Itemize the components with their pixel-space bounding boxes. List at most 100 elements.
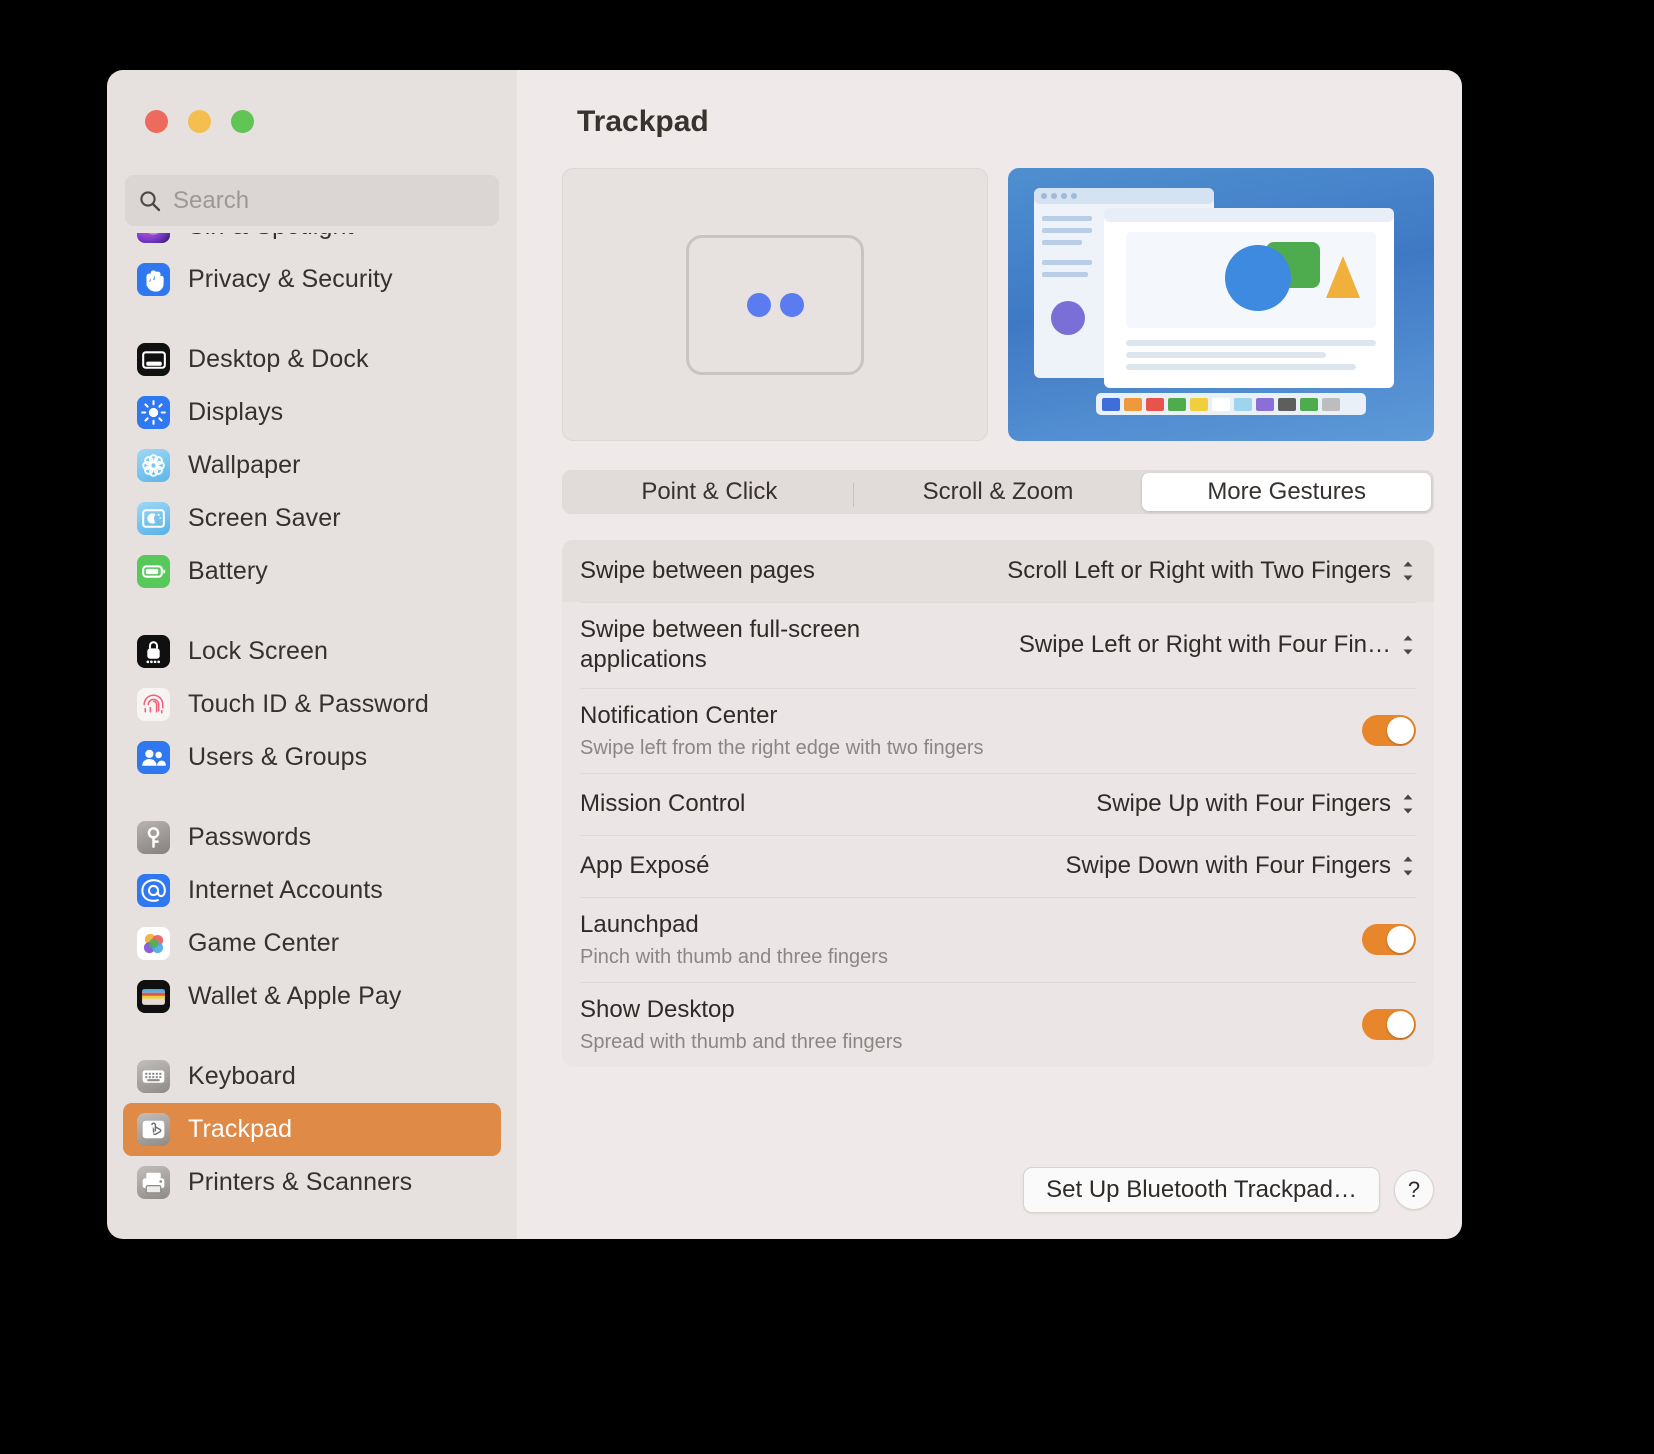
search-input[interactable] [173, 186, 485, 215]
settings-row-text: Notification Center Swipe left from the r… [580, 688, 1362, 773]
settings-row[interactable]: Launchpad Pinch with thumb and three fing… [562, 897, 1434, 982]
settings-row[interactable]: App Exposé Swipe Down with Four Fingers [562, 835, 1434, 897]
sidebar-nav[interactable]: Siri & Spotlight Privacy & Security Deskto… [107, 233, 517, 1239]
chevron-up-down-icon[interactable] [1400, 632, 1416, 658]
trackpad-shape-icon [686, 234, 864, 375]
tab-point-click[interactable]: Point & Click [565, 473, 854, 511]
system-settings-window: Siri & Spotlight Privacy & Security Deskto… [107, 70, 1462, 1239]
settings-row-text: Swipe between full-screen applications [580, 602, 1019, 688]
sidebar-group-separator [107, 1023, 517, 1050]
settings-row-title: Notification Center [580, 702, 778, 729]
sidebar-item-wallet-apple-pay[interactable]: Wallet & Apple Pay [123, 970, 501, 1023]
preview-row [562, 168, 1434, 441]
chevron-up-down-icon[interactable] [1400, 791, 1416, 817]
keyboard-icon [137, 1060, 170, 1093]
settings-row-control[interactable] [1362, 715, 1416, 746]
sidebar-item-battery[interactable]: Battery [123, 545, 501, 598]
sidebar-item-wallpaper[interactable]: Wallpaper [123, 439, 501, 492]
settings-row-control[interactable]: Swipe Left or Right with Four Fin… [1019, 631, 1416, 659]
sidebar-item-privacy-security[interactable]: Privacy & Security [123, 253, 501, 306]
toggle-switch[interactable] [1362, 924, 1416, 955]
sidebar-group-separator [107, 306, 517, 333]
settings-row-text: Swipe between pages [580, 543, 1007, 599]
sidebar-item-label: Displays [188, 398, 284, 426]
toggle-switch[interactable] [1362, 715, 1416, 746]
sidebar-item-label: Touch ID & Password [188, 690, 429, 718]
sidebar-item-displays[interactable]: Displays [123, 386, 501, 439]
popup-button-value[interactable]: Scroll Left or Right with Two Fingers [1007, 557, 1391, 585]
sidebar-item-keyboard[interactable]: Keyboard [123, 1050, 501, 1103]
wallpaper-flower-icon [137, 449, 170, 482]
popup-button-value[interactable]: Swipe Up with Four Fingers [1096, 790, 1391, 818]
screen-saver-moon-icon [137, 502, 170, 535]
wallet-icon [137, 980, 170, 1013]
sidebar-item-label: Wallpaper [188, 451, 301, 479]
minimize-button[interactable] [188, 110, 211, 133]
hand-shield-icon [137, 263, 170, 296]
toggle-knob [1387, 1011, 1414, 1038]
lock-icon [137, 635, 170, 668]
gesture-tab-bar[interactable]: Point & Click Scroll & Zoom More Gestures [562, 470, 1434, 514]
settings-row-control[interactable] [1362, 924, 1416, 955]
popup-button-value[interactable]: Swipe Down with Four Fingers [1066, 852, 1391, 880]
sidebar-item-label: Privacy & Security [188, 265, 393, 293]
settings-row[interactable]: Notification Center Swipe left from the r… [562, 688, 1434, 773]
setup-bluetooth-trackpad-button[interactable]: Set Up Bluetooth Trackpad… [1023, 1167, 1380, 1213]
sidebar-item-passwords[interactable]: Passwords [123, 811, 501, 864]
settings-row-title: Launchpad [580, 911, 699, 938]
game-center-bubbles-icon [137, 927, 170, 960]
popup-button-value[interactable]: Swipe Left or Right with Four Fin… [1019, 631, 1391, 659]
toggle-knob [1387, 926, 1414, 953]
siri-icon [137, 233, 170, 243]
settings-row-subtitle: Spread with thumb and three fingers [580, 1031, 903, 1053]
zoom-button[interactable] [231, 110, 254, 133]
at-sign-icon [137, 874, 170, 907]
tab-scroll-zoom[interactable]: Scroll & Zoom [854, 473, 1143, 511]
sidebar-group-separator [107, 598, 517, 625]
settings-row-control[interactable]: Swipe Up with Four Fingers [1096, 790, 1416, 818]
sidebar-item-game-center[interactable]: Game Center [123, 917, 501, 970]
sidebar-item-label: Users & Groups [188, 743, 368, 771]
search-field[interactable] [125, 175, 499, 226]
sidebar-item-siri-spotlight[interactable]: Siri & Spotlight [123, 233, 501, 253]
chevron-up-down-icon[interactable] [1400, 558, 1416, 584]
sidebar-item-printers-scanners[interactable]: Printers & Scanners [123, 1156, 501, 1209]
sidebar-item-touch-id-password[interactable]: Touch ID & Password [123, 678, 501, 731]
settings-row-text: Mission Control [580, 776, 1096, 832]
gesture-illustration [1008, 168, 1434, 441]
page-title: Trackpad [577, 105, 709, 138]
sidebar-group-separator [107, 784, 517, 811]
sidebar-item-label: Desktop & Dock [188, 345, 369, 373]
sidebar-item-trackpad[interactable]: Trackpad [123, 1103, 501, 1156]
help-button[interactable]: ? [1394, 1170, 1434, 1210]
settings-row-title: Mission Control [580, 790, 746, 817]
trackpad-preview [562, 168, 988, 441]
fingerprint-icon [137, 688, 170, 721]
settings-row-control[interactable] [1362, 1009, 1416, 1040]
close-button[interactable] [145, 110, 168, 133]
settings-row[interactable]: Mission Control Swipe Up with Four Finger… [562, 773, 1434, 835]
sidebar-item-lock-screen[interactable]: Lock Screen [123, 625, 501, 678]
settings-row-control[interactable]: Scroll Left or Right with Two Fingers [1007, 557, 1416, 585]
sidebar-item-label: Siri & Spotlight [188, 233, 354, 241]
sidebar-item-users-groups[interactable]: Users & Groups [123, 731, 501, 784]
settings-row[interactable]: Swipe between full-screen applications Sw… [562, 602, 1434, 688]
toggle-switch[interactable] [1362, 1009, 1416, 1040]
settings-row-text: Launchpad Pinch with thumb and three fing… [580, 897, 1362, 982]
finger-dot-icon [746, 292, 771, 317]
settings-row-title: App Exposé [580, 852, 710, 879]
sidebar-item-label: Keyboard [188, 1062, 296, 1090]
settings-row[interactable]: Show Desktop Spread with thumb and three … [562, 982, 1434, 1067]
settings-row[interactable]: Swipe between pages Scroll Left or Right … [562, 540, 1434, 602]
battery-icon [137, 555, 170, 588]
tab-more-gestures[interactable]: More Gestures [1142, 473, 1432, 511]
sidebar-item-screen-saver[interactable]: Screen Saver [123, 492, 501, 545]
settings-row-title: Swipe between pages [580, 557, 815, 584]
sidebar-item-internet-accounts[interactable]: Internet Accounts [123, 864, 501, 917]
settings-row-control[interactable]: Swipe Down with Four Fingers [1066, 852, 1416, 880]
sidebar-item-desktop-dock[interactable]: Desktop & Dock [123, 333, 501, 386]
sidebar-item-label: Lock Screen [188, 637, 329, 665]
settings-row-subtitle: Swipe left from the right edge with two … [580, 737, 984, 759]
chevron-up-down-icon[interactable] [1400, 853, 1416, 879]
settings-list: Swipe between pages Scroll Left or Right … [562, 540, 1434, 1067]
